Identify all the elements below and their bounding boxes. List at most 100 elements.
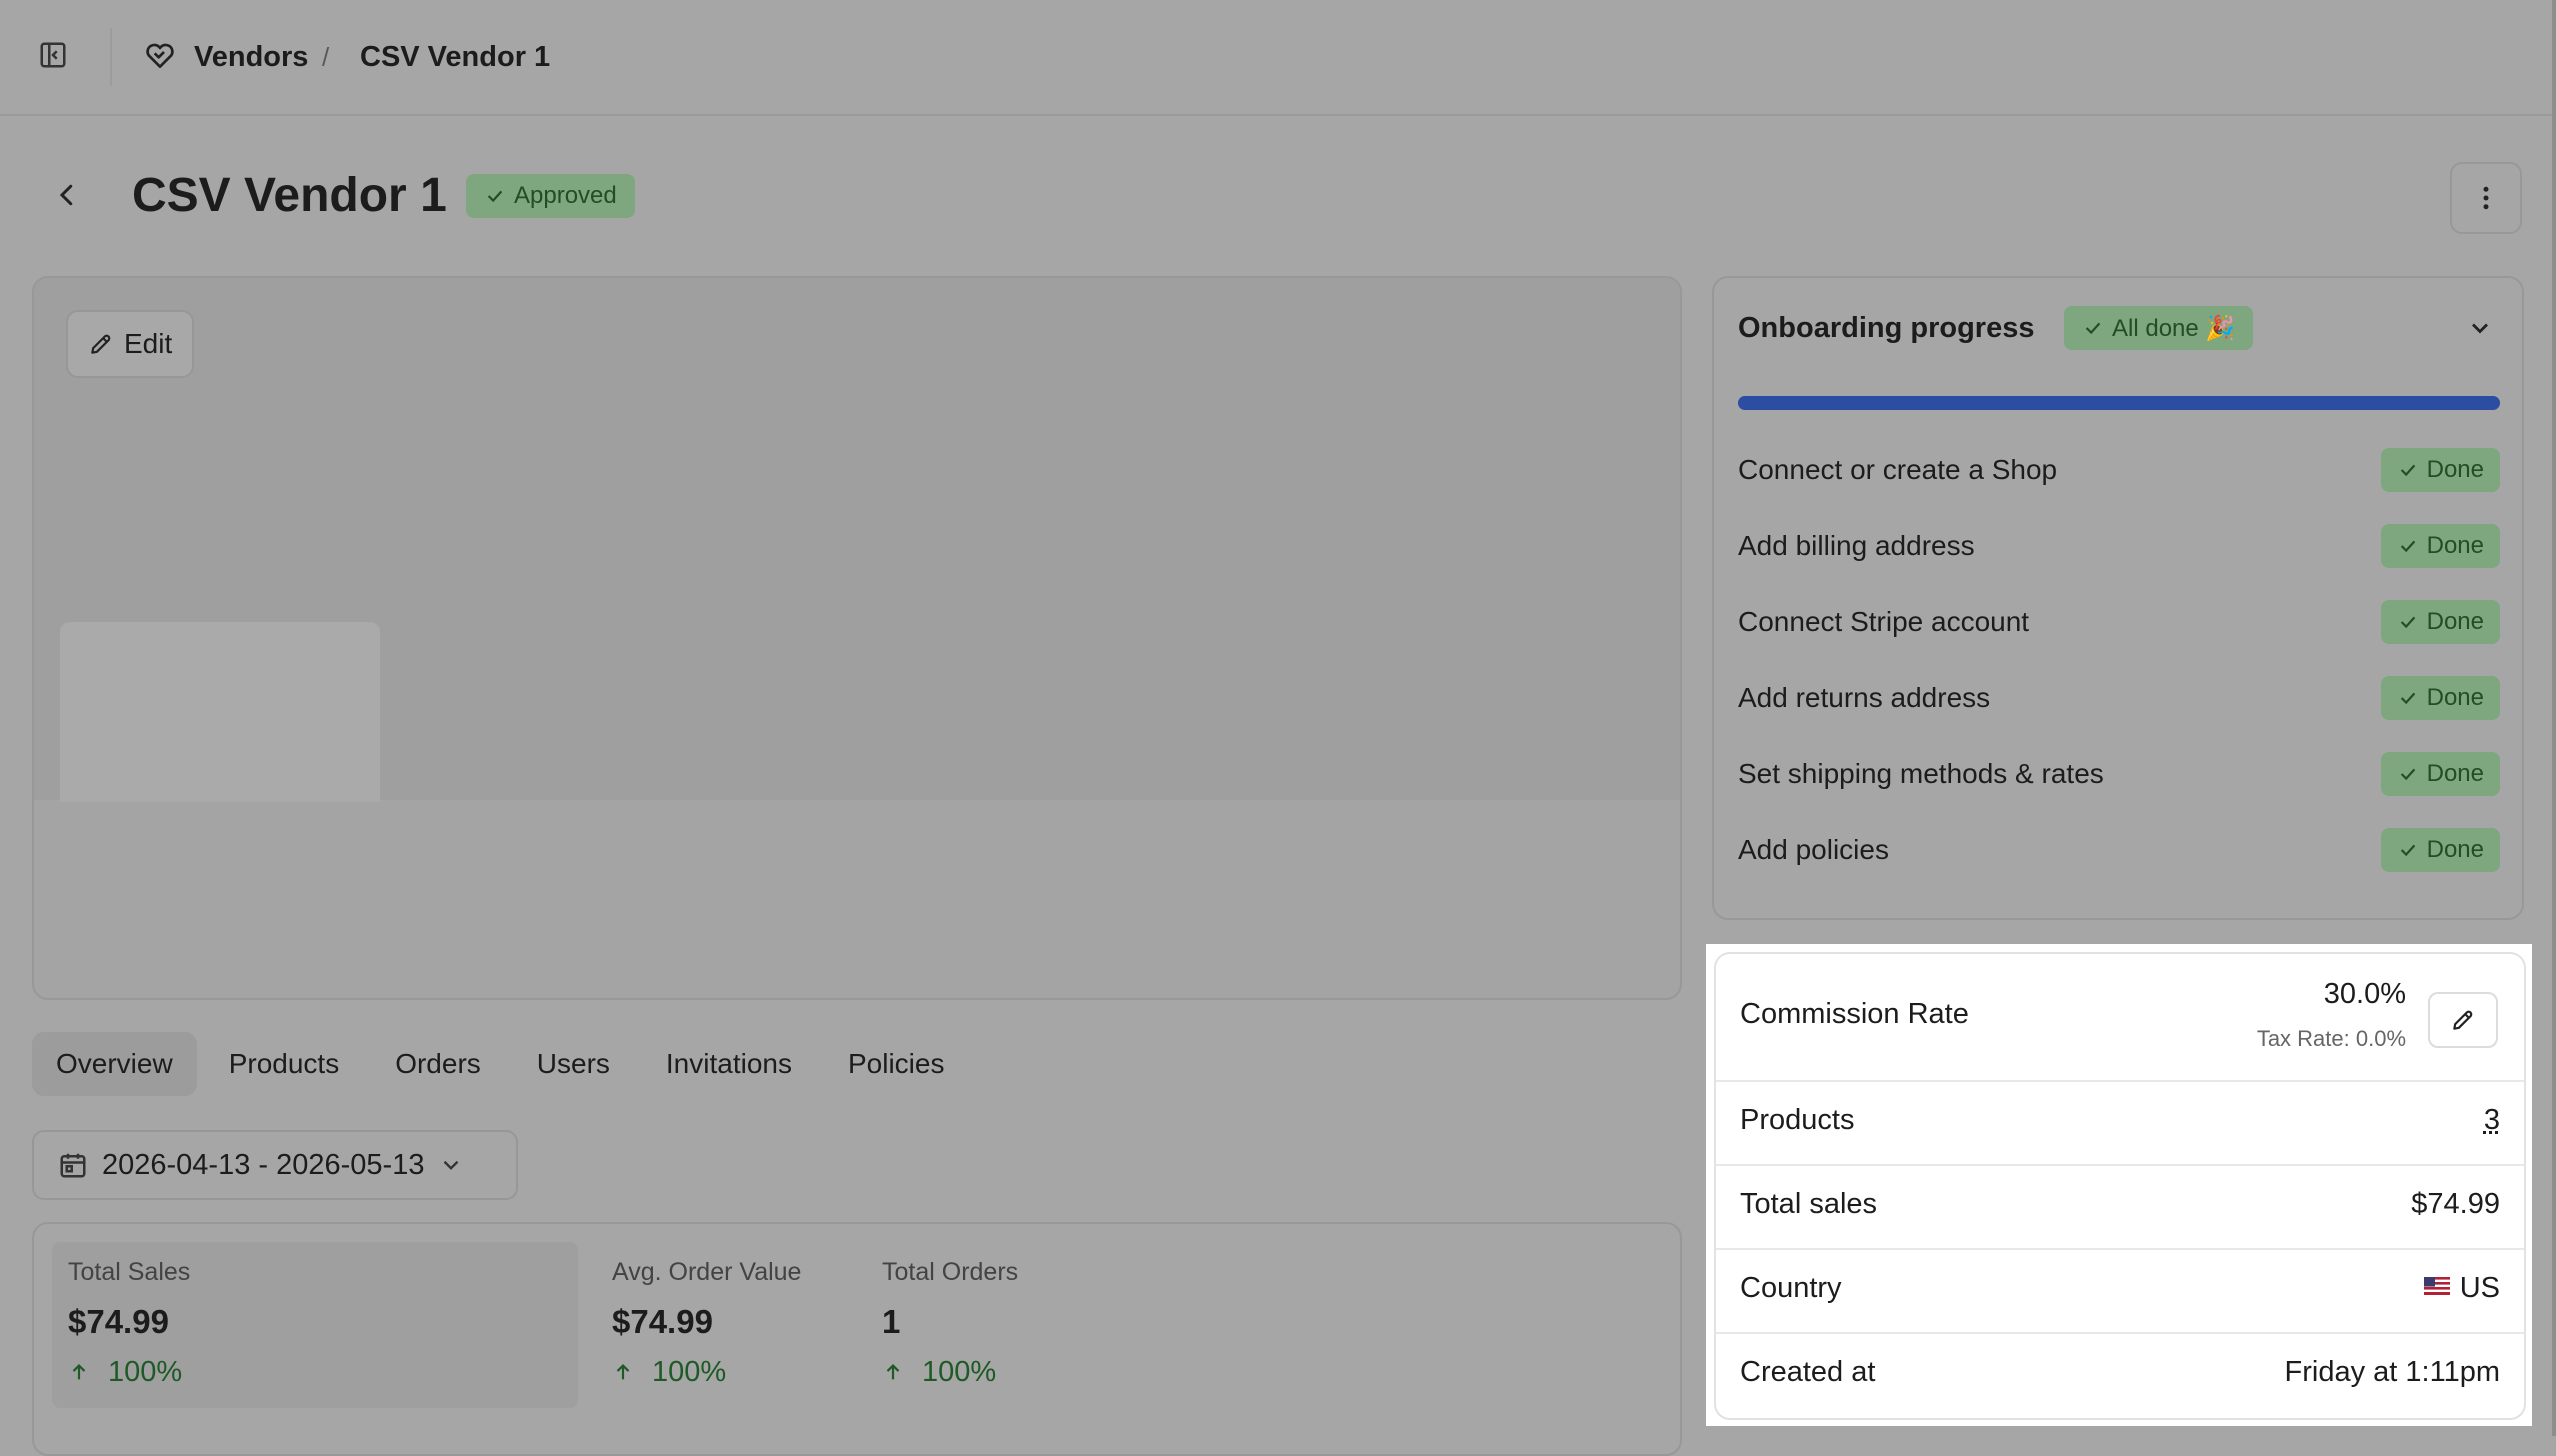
products-row: Products 3 bbox=[1716, 1080, 2524, 1166]
arrow-up-icon bbox=[68, 1360, 90, 1384]
commission-value: 30.0% bbox=[2324, 978, 2406, 1011]
collapse-chevron-icon[interactable] bbox=[2466, 314, 2494, 342]
stat-total-sales[interactable]: Total Sales $74.99 100% bbox=[68, 1256, 190, 1392]
page-title: CSV Vendor 1 bbox=[132, 166, 447, 226]
onboarding-step[interactable]: Connect Stripe account Done bbox=[1738, 600, 2500, 644]
created-at-label: Created at bbox=[1740, 1356, 1875, 1389]
vendor-tabs: Overview Products Orders Users Invitatio… bbox=[32, 1032, 976, 1096]
tab-policies[interactable]: Policies bbox=[824, 1032, 968, 1096]
stat-change: 100% bbox=[882, 1352, 1018, 1392]
stat-total-orders[interactable]: Total Orders 1 100% bbox=[882, 1256, 1018, 1392]
check-icon bbox=[484, 185, 506, 207]
products-label: Products bbox=[1740, 1104, 1854, 1137]
topbar-divider bbox=[110, 28, 112, 86]
vendor-logo-placeholder bbox=[60, 622, 380, 802]
onboarding-progress-fill bbox=[1738, 396, 2500, 410]
more-options-button[interactable] bbox=[2450, 162, 2522, 234]
sidebar-toggle-icon[interactable] bbox=[38, 40, 68, 70]
created-at-row: Created at Friday at 1:11pm bbox=[1716, 1332, 2524, 1416]
onboarding-step-label: Set shipping methods & rates bbox=[1738, 752, 2104, 796]
date-range-picker[interactable]: 2026-04-13 - 2026-05-13 bbox=[32, 1130, 518, 1200]
step-status: Done bbox=[2427, 608, 2484, 636]
stat-avg-order-value[interactable]: Avg. Order Value $74.99 100% bbox=[612, 1256, 801, 1392]
stat-label: Total Sales bbox=[68, 1256, 190, 1288]
onboarding-status-label: All done 🎉 bbox=[2112, 314, 2235, 343]
status-badge-label: Approved bbox=[514, 182, 617, 210]
check-icon bbox=[2397, 839, 2419, 861]
check-icon bbox=[2397, 535, 2419, 557]
check-icon bbox=[2397, 611, 2419, 633]
onboarding-step-label: Connect Stripe account bbox=[1738, 600, 2029, 644]
arrow-up-icon bbox=[612, 1360, 634, 1384]
status-badge: Approved bbox=[466, 174, 635, 218]
window-edge bbox=[2552, 0, 2556, 1436]
breadcrumb-separator: / bbox=[322, 38, 329, 76]
onboarding-step[interactable]: Add billing address Done bbox=[1738, 524, 2500, 568]
tab-users[interactable]: Users bbox=[513, 1032, 634, 1096]
onboarding-step-label: Connect or create a Shop bbox=[1738, 448, 2057, 492]
breadcrumb-vendors[interactable]: Vendors bbox=[194, 38, 308, 76]
tab-overview[interactable]: Overview bbox=[32, 1032, 197, 1096]
tab-products[interactable]: Products bbox=[205, 1032, 364, 1096]
onboarding-step[interactable]: Set shipping methods & rates Done bbox=[1738, 752, 2500, 796]
country-code: US bbox=[2460, 1272, 2500, 1304]
tax-rate: Tax Rate: 0.0% bbox=[2257, 1026, 2406, 1052]
stat-change-value: 100% bbox=[652, 1352, 726, 1392]
arrow-up-icon bbox=[882, 1360, 904, 1384]
tab-orders[interactable]: Orders bbox=[371, 1032, 505, 1096]
back-chevron-icon[interactable] bbox=[52, 178, 82, 212]
total-sales-label: Total sales bbox=[1740, 1188, 1877, 1221]
country-label: Country bbox=[1740, 1272, 1842, 1305]
chevron-down-icon bbox=[438, 1152, 464, 1178]
check-icon bbox=[2397, 763, 2419, 785]
vendor-handshake-icon bbox=[144, 40, 176, 72]
stat-change-value: 100% bbox=[922, 1352, 996, 1392]
stats-card: Total Sales $74.99 100% Avg. Order Value… bbox=[32, 1222, 1682, 1456]
kebab-menu-icon bbox=[2471, 183, 2501, 213]
onboarding-step-label: Add billing address bbox=[1738, 524, 1975, 568]
stat-value: $74.99 bbox=[68, 1300, 190, 1344]
onboarding-step-label: Add returns address bbox=[1738, 676, 1990, 720]
onboarding-step-label: Add policies bbox=[1738, 828, 1889, 872]
step-status: Done bbox=[2427, 456, 2484, 484]
onboarding-status-badge: All done 🎉 bbox=[2064, 306, 2253, 350]
stat-value: 1 bbox=[882, 1300, 1018, 1344]
stat-change: 100% bbox=[612, 1352, 801, 1392]
country-value: US bbox=[2424, 1272, 2500, 1305]
step-done-badge: Done bbox=[2381, 524, 2500, 568]
onboarding-card: Onboarding progress All done 🎉 Connect o… bbox=[1712, 276, 2524, 920]
onboarding-step[interactable]: Add policies Done bbox=[1738, 828, 2500, 872]
onboarding-step[interactable]: Add returns address Done bbox=[1738, 676, 2500, 720]
commission-label: Commission Rate bbox=[1740, 998, 1969, 1031]
products-count-link[interactable]: 3 bbox=[2484, 1104, 2500, 1137]
step-done-badge: Done bbox=[2381, 828, 2500, 872]
total-sales-row: Total sales $74.99 bbox=[1716, 1164, 2524, 1250]
date-range-value: 2026-04-13 - 2026-05-13 bbox=[102, 1149, 424, 1182]
step-status: Done bbox=[2427, 684, 2484, 712]
tab-invitations[interactable]: Invitations bbox=[642, 1032, 816, 1096]
step-done-badge: Done bbox=[2381, 676, 2500, 720]
step-done-badge: Done bbox=[2381, 448, 2500, 492]
edit-banner-button[interactable]: Edit bbox=[66, 310, 194, 378]
step-status: Done bbox=[2427, 532, 2484, 560]
step-status: Done bbox=[2427, 760, 2484, 788]
onboarding-step[interactable]: Connect or create a Shop Done bbox=[1738, 448, 2500, 492]
created-at-value: Friday at 1:11pm bbox=[2285, 1356, 2500, 1389]
stat-change-value: 100% bbox=[108, 1352, 182, 1392]
check-icon bbox=[2397, 459, 2419, 481]
onboarding-progress-bar bbox=[1738, 396, 2500, 410]
check-icon bbox=[2397, 687, 2419, 709]
commission-row: Commission Rate 30.0% Tax Rate: 0.0% bbox=[1716, 954, 2524, 1082]
calendar-icon bbox=[58, 1150, 88, 1180]
step-status: Done bbox=[2427, 836, 2484, 864]
edit-commission-button[interactable] bbox=[2428, 992, 2498, 1048]
stat-value: $74.99 bbox=[612, 1300, 801, 1344]
vendor-banner-card bbox=[32, 276, 1682, 1000]
country-row: Country US bbox=[1716, 1248, 2524, 1334]
step-done-badge: Done bbox=[2381, 600, 2500, 644]
stat-label: Avg. Order Value bbox=[612, 1256, 801, 1288]
total-sales-value: $74.99 bbox=[2411, 1188, 2500, 1221]
onboarding-title: Onboarding progress bbox=[1738, 306, 2034, 350]
stat-label: Total Orders bbox=[882, 1256, 1018, 1288]
pencil-icon bbox=[2450, 1007, 2476, 1033]
